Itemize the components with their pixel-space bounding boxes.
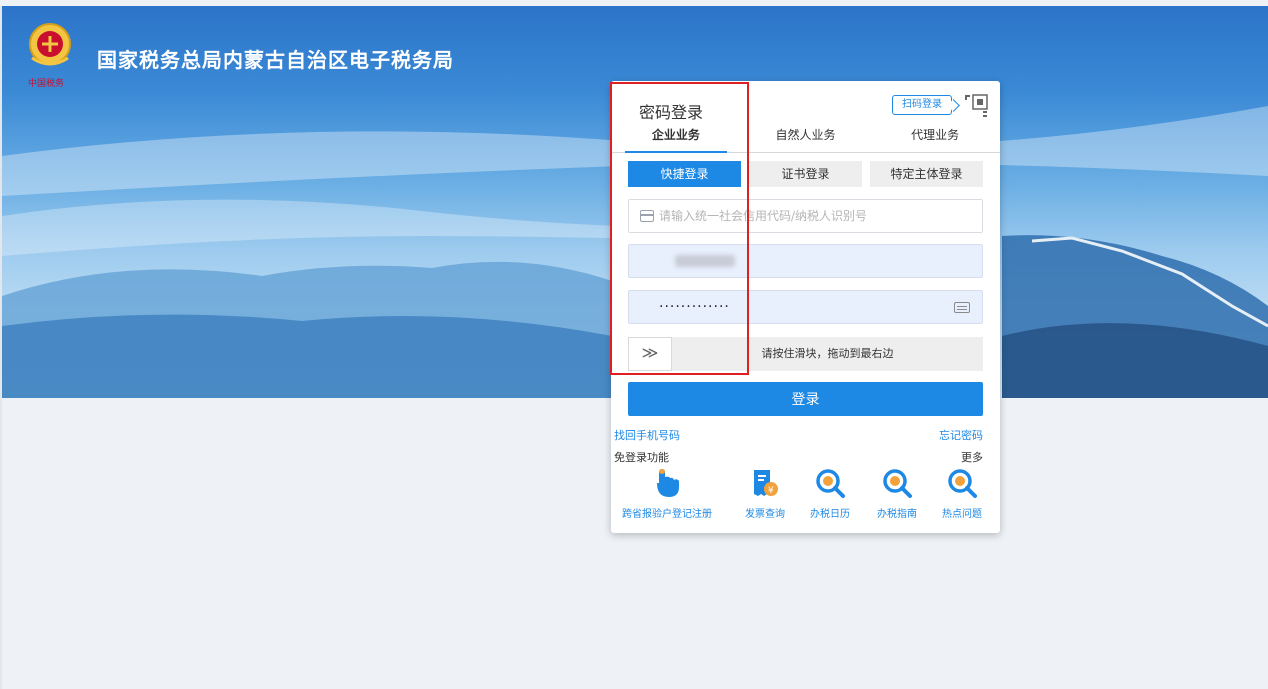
slider-handle[interactable]: ≫ <box>628 337 672 371</box>
quick-item-label: 跨省报验户登记注册 <box>622 509 712 520</box>
quick-functions: 跨省报验户登记注册 ¥ 发票查询 办税日历 办税指南 热点问题 <box>611 467 1000 527</box>
tab-enterprise[interactable]: 企业业务 <box>611 121 741 153</box>
retrieve-phone-link[interactable]: 找回手机号码 <box>614 427 680 443</box>
forgot-password-link[interactable]: 忘记密码 <box>939 427 983 443</box>
invoice-icon: ¥ <box>754 470 778 496</box>
slider-captcha: ≫ 请按住滑块，拖动到最右边 <box>628 337 983 371</box>
tab-quick-login[interactable]: 快捷登录 <box>628 161 741 187</box>
panel-title: 密码登录 <box>639 103 704 122</box>
search-magnifier-icon <box>816 469 845 498</box>
quick-item-tax-calendar[interactable]: 办税日历 <box>803 467 857 520</box>
tab-certificate-login[interactable]: 证书登录 <box>749 161 862 187</box>
quick-item-invoice-query[interactable]: ¥ 发票查询 <box>737 467 793 520</box>
taxid-input[interactable] <box>629 200 982 232</box>
slider-hint: 请按住滑块，拖动到最右边 <box>761 347 894 360</box>
quick-item-label: 热点问题 <box>942 509 982 520</box>
quick-item-label: 办税日历 <box>810 509 850 520</box>
svg-text:中国税务: 中国税务 <box>28 77 64 89</box>
login-button[interactable]: 登录 <box>628 382 983 416</box>
password-field[interactable]: ············· <box>628 290 983 324</box>
business-tabs: 企业业务 自然人业务 代理业务 <box>611 121 1000 153</box>
hand-pointer-icon <box>657 469 679 497</box>
tab-agent[interactable]: 代理业务 <box>870 121 1000 152</box>
quick-item-label: 办税指南 <box>877 509 917 520</box>
qr-code-icon[interactable] <box>963 91 991 121</box>
quick-section-title: 免登录功能 <box>614 451 669 464</box>
login-panel: 密码登录 扫码登录 企业业务 自然人业务 代理业务 快捷登录 证书登录 特定主体… <box>611 81 1000 533</box>
keyboard-icon[interactable] <box>954 302 970 313</box>
login-method-tabs: 快捷登录 证书登录 特定主体登录 <box>628 161 983 187</box>
tab-special-entity-login[interactable]: 特定主体登录 <box>870 161 983 187</box>
quick-item-cross-province[interactable]: 跨省报验户登记注册 <box>611 467 723 520</box>
password-mask: ············· <box>659 299 730 315</box>
svg-text:¥: ¥ <box>768 486 774 496</box>
tax-bureau-logo: 中国税务 <box>28 20 80 92</box>
quick-item-tax-guide[interactable]: 办税指南 <box>870 467 924 520</box>
quick-item-hot-issues[interactable]: 热点问题 <box>935 467 989 520</box>
quick-item-label: 发票查询 <box>745 509 785 520</box>
scan-login-button[interactable]: 扫码登录 <box>892 95 952 115</box>
blurred-username <box>675 255 735 267</box>
search-magnifier-icon <box>883 469 912 498</box>
id-card-icon <box>640 210 654 222</box>
username-field[interactable] <box>628 244 983 278</box>
site-title: 国家税务总局内蒙古自治区电子税务局 <box>97 48 454 72</box>
more-link[interactable]: 更多 <box>961 449 983 465</box>
taxid-field <box>628 199 983 233</box>
tab-natural-person[interactable]: 自然人业务 <box>741 121 871 152</box>
search-magnifier-icon <box>948 469 977 498</box>
